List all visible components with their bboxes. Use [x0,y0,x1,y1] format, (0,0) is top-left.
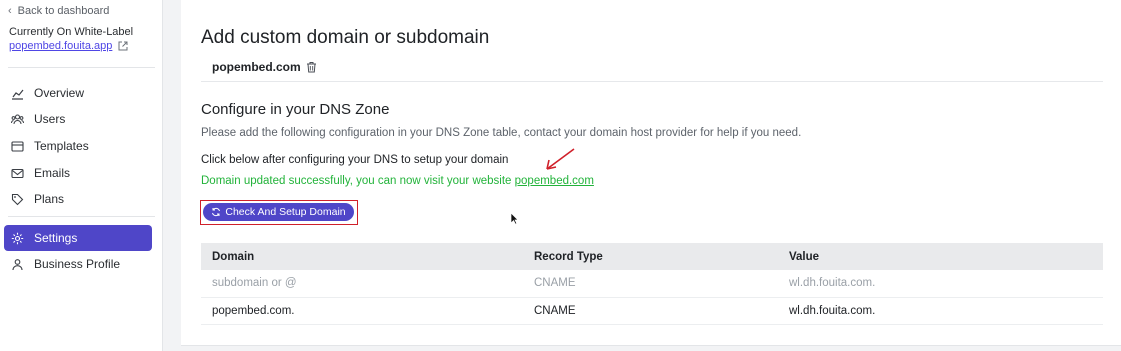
current-domain-text: popembed.fouita.app [9,40,113,52]
sidebar-item-plans[interactable]: Plans [4,186,152,212]
setup-instruction: Click below after configuring your DNS t… [201,154,509,166]
dns-section-title: Configure in your DNS Zone [201,101,390,118]
sidebar-item-label: Settings [34,231,78,245]
template-icon [11,140,24,152]
back-to-dashboard-link[interactable]: ‹ Back to dashboard [8,5,109,17]
cell-value: wl.dh.fouita.com. [789,277,876,290]
table-row: popembed.com. CNAME wl.dh.fouita.com. [201,297,1103,324]
current-whitelabel-label: Currently On White-Label [9,26,134,38]
check-and-setup-domain-button[interactable]: Check And Setup Domain [203,203,354,221]
user-icon [12,258,23,270]
domain-name: popembed.com [212,60,301,74]
column-header-domain: Domain [212,250,255,263]
refresh-icon [212,207,221,217]
sidebar-item-label: Overview [34,86,85,100]
gear-icon [11,232,24,244]
sidebar-item-overview[interactable]: Overview [4,80,152,106]
table-row: subdomain or @ CNAME wl.dh.fouita.com. [201,270,1103,297]
mail-icon [11,168,24,178]
users-icon [11,113,24,124]
column-header-value: Value [789,250,820,263]
chart-icon [12,89,24,100]
sidebar-item-label: Users [34,112,66,126]
sidebar-item-emails[interactable]: Emails [4,160,152,186]
trash-icon[interactable] [306,61,317,73]
section-divider [201,81,1103,82]
cell-domain: subdomain or @ [212,277,297,290]
sidebar-item-templates[interactable]: Templates [4,133,152,159]
column-header-record-type: Record Type [534,250,603,263]
domain-settings-card: Add custom domain or subdomain popembed.… [181,0,1121,346]
annotation-arrow-icon [546,148,575,170]
sidebar-item-label: Templates [34,139,89,153]
mouse-cursor-icon [510,212,519,225]
chevron-left-icon: ‹ [8,5,12,17]
sidebar-item-label: Plans [34,192,65,206]
page-title: Add custom domain or subdomain [201,27,490,48]
current-domain-row: popembed.com [212,60,317,74]
cell-record-type: CNAME [534,304,576,317]
back-link-label: Back to dashboard [17,5,110,17]
sidebar: ‹ Back to dashboard Currently On White-L… [0,0,163,351]
tag-icon [11,193,24,205]
external-link-icon [118,41,128,51]
website-link[interactable]: popembed.com [515,175,594,187]
sidebar-divider [8,67,155,68]
dns-records-table: Domain Record Type Value subdomain or @ … [201,243,1103,325]
sidebar-item-business-profile[interactable]: Business Profile [4,251,152,277]
sidebar-item-settings[interactable]: Settings [4,225,152,251]
button-highlight-annotation: Check And Setup Domain [200,200,358,225]
success-message: Domain updated successfully, you can now… [201,175,594,187]
sidebar-item-users[interactable]: Users [4,106,152,132]
button-label: Check And Setup Domain [225,206,346,218]
current-domain-link[interactable]: popembed.fouita.app [9,40,128,52]
table-header-row: Domain Record Type Value [201,243,1103,270]
cell-domain: popembed.com. [212,304,295,317]
dns-description: Please add the following configuration i… [201,127,802,139]
sidebar-item-label: Emails [34,166,71,180]
cell-value: wl.dh.fouita.com. [789,304,876,317]
success-text: Domain updated successfully, you can now… [201,175,515,187]
sidebar-item-label: Business Profile [34,257,121,271]
cell-record-type: CNAME [534,277,576,290]
sidebar-divider [8,216,155,217]
